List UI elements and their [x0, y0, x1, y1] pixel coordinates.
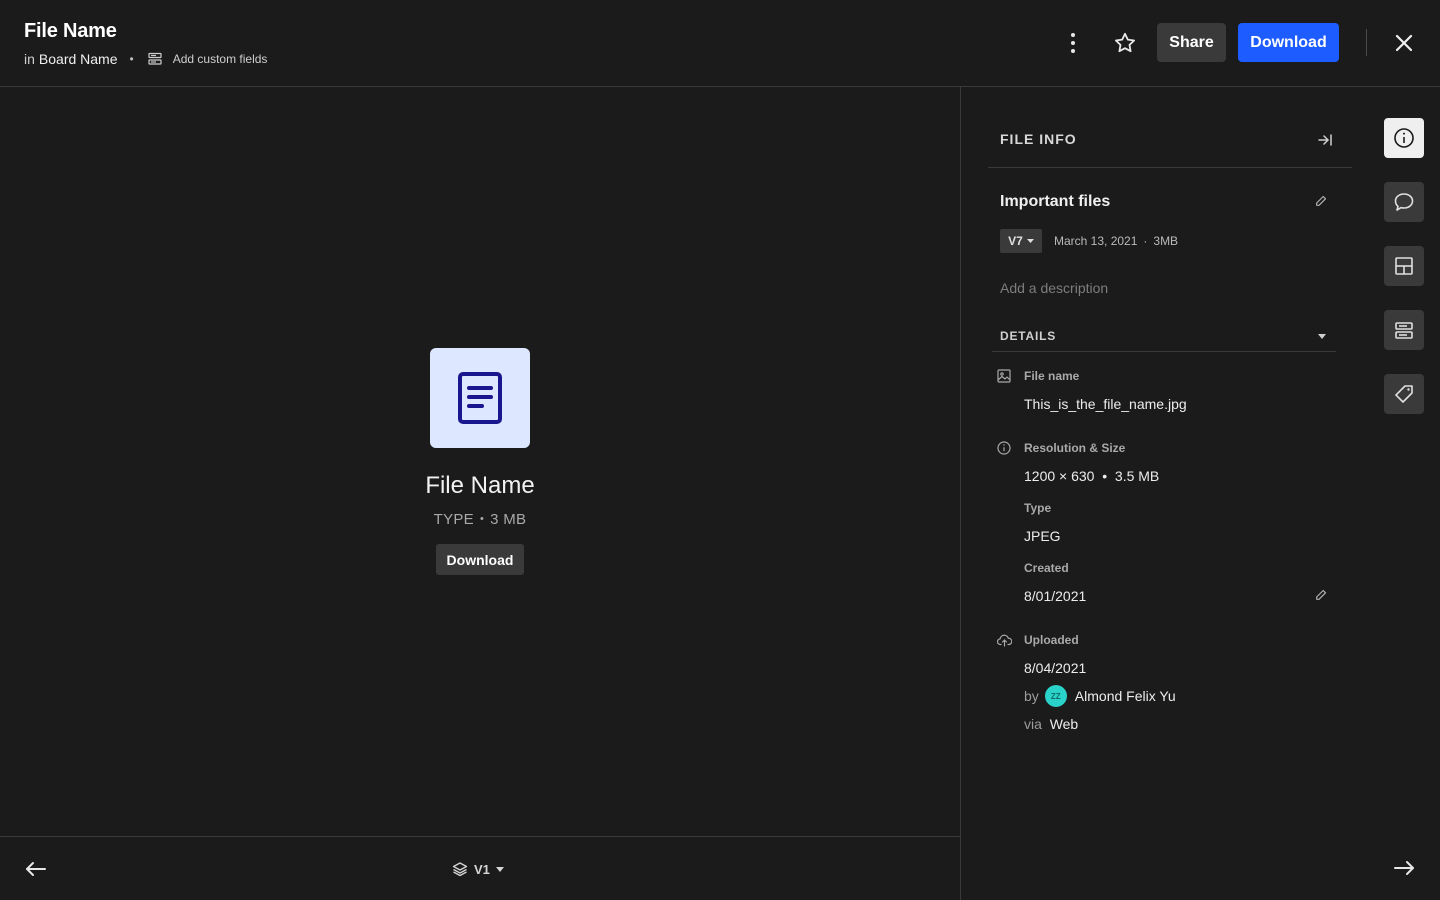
file-size: 3 MB — [490, 511, 527, 528]
file-group-name: Important files — [1000, 193, 1111, 210]
breadcrumb: in Board Name • Add custom fields — [24, 51, 267, 67]
download-button[interactable]: Download — [1238, 23, 1339, 62]
more-options-icon[interactable] — [1058, 28, 1088, 58]
preview-file-name: File Name — [425, 472, 535, 499]
preview-file-meta: TYPE • 3 MB — [380, 511, 580, 528]
details-section-header[interactable]: DETAILS — [992, 325, 1336, 352]
custom-fields-icon[interactable] — [148, 52, 162, 66]
version-label: V1 — [474, 861, 490, 877]
uploaded-value: 8/04/2021 — [1024, 660, 1087, 676]
previous-arrow-icon[interactable] — [22, 855, 50, 883]
tags-tab[interactable] — [1384, 374, 1424, 414]
info-tab[interactable] — [1384, 118, 1424, 158]
resolution-label: Resolution & Size — [1024, 441, 1126, 455]
details-title: DETAILS — [1000, 329, 1057, 343]
file-title: File Name — [24, 20, 117, 42]
caret-down-icon — [1026, 239, 1034, 243]
close-icon[interactable] — [1389, 28, 1419, 58]
next-arrow-icon[interactable] — [1390, 854, 1418, 882]
uploaded-label: Uploaded — [1024, 633, 1079, 647]
top-bar: File Name in Board Name • Add custom fie… — [0, 0, 1440, 87]
custom-fields-icon — [1395, 322, 1413, 339]
header-divider — [1366, 29, 1367, 56]
info-circle-icon — [996, 440, 1012, 456]
file-type: TYPE — [433, 511, 474, 528]
layout-tab[interactable] — [1384, 246, 1424, 286]
in-prefix: in — [24, 51, 35, 67]
preview-footer: V1 — [0, 836, 960, 900]
file-thumbnail — [430, 348, 530, 448]
file-preview-area: File Name TYPE • 3 MB Download — [0, 87, 960, 837]
tag-icon — [1395, 385, 1413, 403]
type-label: Type — [1024, 501, 1052, 515]
resolution-value: 1200 × 630 • 3.5 MB — [1024, 468, 1160, 484]
caret-down-icon[interactable] — [1314, 328, 1330, 344]
version-size: 3MB — [1153, 234, 1179, 248]
file-info-panel: FILE INFO Important files V7 March 13, 2… — [961, 87, 1361, 900]
cloud-upload-icon — [996, 632, 1012, 648]
add-custom-fields-link[interactable]: Add custom fields — [173, 52, 268, 66]
version-date: March 13, 2021 — [1054, 234, 1138, 248]
edit-pencil-icon[interactable] — [1313, 587, 1329, 603]
edit-pencil-icon[interactable] — [1313, 193, 1329, 209]
via-value: Web — [1049, 716, 1079, 732]
by-label: by — [1024, 688, 1039, 704]
comment-icon — [1394, 193, 1414, 211]
preview-download-button[interactable]: Download — [436, 544, 524, 575]
version-selector[interactable]: V1 — [452, 859, 504, 879]
document-icon — [458, 372, 502, 424]
image-icon — [996, 368, 1012, 384]
file-name-value: This_is_the_file_name.jpg — [1024, 396, 1187, 412]
type-value: JPEG — [1024, 528, 1061, 544]
version-badge-label: V7 — [1008, 234, 1023, 248]
meta-separator: • — [480, 513, 485, 525]
collapse-panel-icon[interactable] — [1312, 127, 1338, 153]
favorite-star-icon[interactable] — [1108, 26, 1142, 60]
uploader-name[interactable]: Almond Felix Yu — [1075, 688, 1176, 704]
caret-down-icon — [495, 866, 504, 872]
layers-icon — [452, 862, 468, 877]
created-value: 8/01/2021 — [1024, 588, 1087, 604]
via-row: via Web — [1024, 716, 1078, 732]
comments-tab[interactable] — [1384, 182, 1424, 222]
board-link[interactable]: Board Name — [39, 51, 118, 67]
via-label: via — [1024, 716, 1042, 732]
version-badge[interactable]: V7 — [1000, 229, 1042, 253]
info-icon — [1394, 128, 1414, 148]
add-description-field[interactable]: Add a description — [1000, 280, 1108, 296]
breadcrumb-separator: • — [129, 52, 134, 66]
version-info-separator: · — [1143, 234, 1148, 248]
panel-header: FILE INFO — [988, 115, 1352, 168]
avatar: ZZ — [1044, 685, 1067, 707]
panel-title: FILE INFO — [1000, 131, 1077, 147]
share-button[interactable]: Share — [1157, 23, 1226, 62]
created-label: Created — [1024, 561, 1069, 575]
custom-fields-tab[interactable] — [1384, 310, 1424, 350]
version-info: March 13, 2021 · 3MB — [1054, 234, 1178, 248]
uploader-row: by ZZ Almond Felix Yu — [1024, 685, 1176, 707]
file-name-label: File name — [1024, 369, 1080, 383]
layout-icon — [1395, 257, 1413, 275]
